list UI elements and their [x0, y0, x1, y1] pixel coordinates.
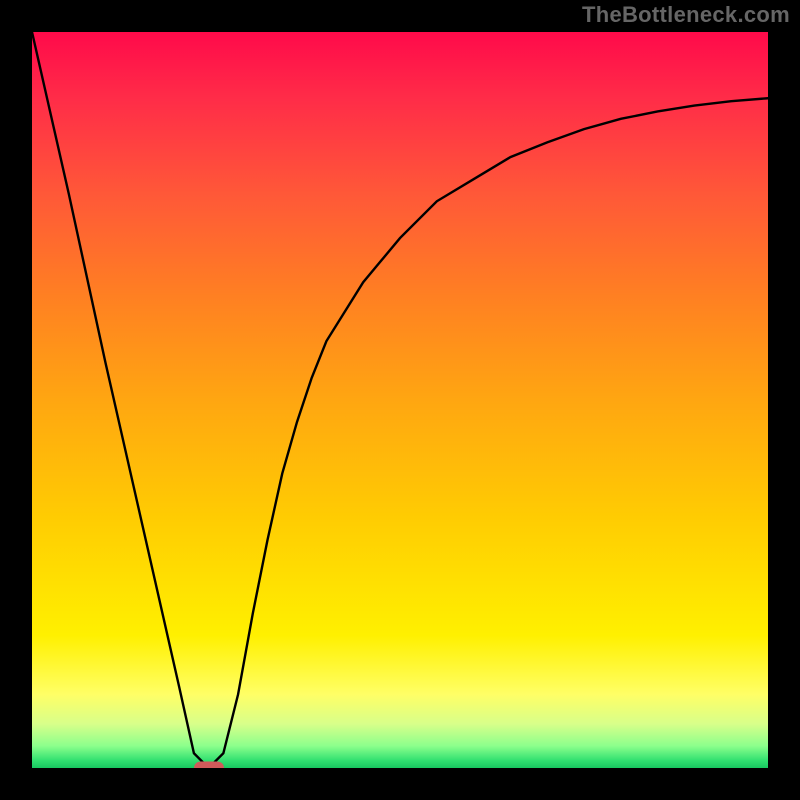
watermark-label: TheBottleneck.com: [582, 2, 790, 28]
optimum-marker: [194, 762, 224, 769]
plot-area: [32, 32, 768, 768]
bottleneck-curve: [32, 32, 768, 768]
curve-svg: [32, 32, 768, 768]
chart-frame: TheBottleneck.com: [0, 0, 800, 800]
